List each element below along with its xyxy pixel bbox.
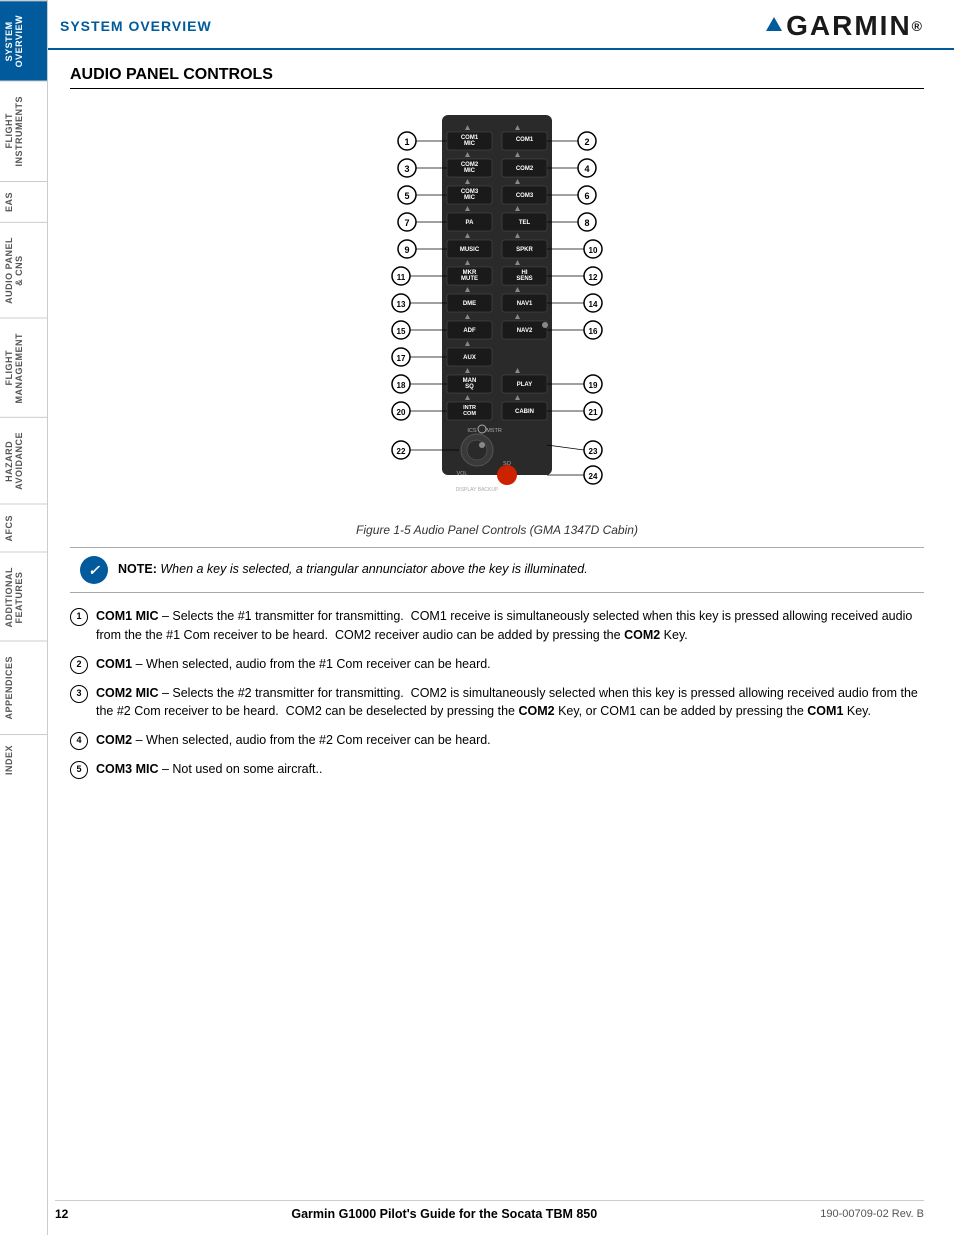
- svg-text:COM3: COM3: [516, 193, 534, 199]
- svg-text:3: 3: [404, 164, 409, 174]
- desc-num-3: 3: [70, 685, 88, 703]
- header-title: SYSTEM OVERVIEW: [60, 18, 212, 34]
- sidebar-tab-flight-instruments[interactable]: FLIGHTINSTRUMENTS: [0, 81, 47, 181]
- footer-title: Garmin G1000 Pilot's Guide for the Socat…: [291, 1207, 597, 1221]
- audio-panel-diagram: COM1 MIC COM1 COM2 MIC COM2 COM3 MIC COM…: [287, 105, 707, 515]
- svg-text:AUX: AUX: [463, 355, 476, 361]
- desc-item-1: 1 COM1 MIC – Selects the #1 transmitter …: [70, 607, 924, 645]
- desc-item-4: 4 COM2 – When selected, audio from the #…: [70, 731, 924, 750]
- svg-text:12: 12: [589, 273, 598, 282]
- sidebar-tab-audio-panel[interactable]: AUDIO PANEL& CNS: [0, 222, 47, 318]
- svg-text:NAV1: NAV1: [517, 301, 533, 307]
- svg-text:TEL: TEL: [519, 220, 531, 226]
- svg-text:CABIN: CABIN: [515, 409, 534, 415]
- svg-text:5: 5: [404, 191, 409, 201]
- note-icon: ✓: [80, 556, 108, 584]
- sidebar-tab-afcs[interactable]: AFCS: [0, 504, 47, 552]
- svg-text:MIC: MIC: [464, 168, 476, 174]
- sidebar-tab-additional[interactable]: ADDITIONALFEATURES: [0, 552, 47, 642]
- svg-text:20: 20: [397, 408, 406, 417]
- svg-text:14: 14: [589, 300, 598, 309]
- footer-doc: 190-00709-02 Rev. B: [820, 1208, 924, 1220]
- svg-text:DISPLAY BACKUP: DISPLAY BACKUP: [456, 487, 499, 493]
- main-content: AUDIO PANEL CONTROLS COM1 MIC COM1 COM2 …: [50, 50, 954, 809]
- svg-text:COM: COM: [463, 411, 476, 417]
- desc-text-5: COM3 MIC – Not used on some aircraft..: [96, 760, 924, 779]
- desc-num-5: 5: [70, 761, 88, 779]
- svg-text:13: 13: [397, 300, 406, 309]
- note-body: When a key is selected, a triangular ann…: [157, 562, 588, 576]
- garmin-triangle-icon: [766, 17, 782, 31]
- svg-text:15: 15: [397, 327, 406, 336]
- svg-text:MUSIC: MUSIC: [460, 247, 480, 253]
- note-prefix: NOTE:: [118, 562, 157, 576]
- svg-text:NAV2: NAV2: [517, 328, 533, 334]
- svg-text:10: 10: [589, 246, 598, 255]
- svg-text:21: 21: [589, 408, 598, 417]
- svg-text:23: 23: [589, 447, 598, 456]
- svg-text:MIC: MIC: [464, 195, 476, 201]
- sidebar-tab-appendices[interactable]: APPENDICES: [0, 641, 47, 734]
- note-box: ✓ NOTE: When a key is selected, a triang…: [70, 547, 924, 593]
- desc-text-3: COM2 MIC – Selects the #2 transmitter fo…: [96, 684, 924, 722]
- page-header: SYSTEM OVERVIEW GARMIN®: [0, 0, 954, 50]
- figure-container: COM1 MIC COM1 COM2 MIC COM2 COM3 MIC COM…: [70, 105, 924, 537]
- desc-item-5: 5 COM3 MIC – Not used on some aircraft..: [70, 760, 924, 779]
- svg-text:1: 1: [404, 137, 409, 147]
- svg-text:24: 24: [589, 472, 598, 481]
- svg-text:ICS: ICS: [467, 428, 477, 434]
- garmin-reg: ®: [912, 18, 924, 34]
- svg-text:PA: PA: [466, 220, 475, 226]
- svg-text:7: 7: [404, 218, 409, 228]
- figure-caption: Figure 1-5 Audio Panel Controls (GMA 134…: [356, 523, 638, 537]
- sidebar-tab-flight-management[interactable]: FLIGHTMANAGEMENT: [0, 318, 47, 418]
- note-text: NOTE: When a key is selected, a triangul…: [118, 561, 588, 579]
- svg-text:16: 16: [589, 327, 598, 336]
- sidebar-tab-hazard[interactable]: HAZARDAVOIDANCE: [0, 417, 47, 504]
- svg-text:4: 4: [584, 164, 589, 174]
- svg-text:MUTE: MUTE: [461, 276, 478, 282]
- garmin-logo: GARMIN®: [766, 10, 924, 42]
- svg-text:DME: DME: [463, 301, 476, 307]
- svg-text:8: 8: [584, 218, 589, 228]
- desc-num-2: 2: [70, 656, 88, 674]
- svg-text:MSTR: MSTR: [486, 428, 502, 434]
- page-footer: 12 Garmin G1000 Pilot's Guide for the So…: [55, 1200, 924, 1221]
- desc-text-4: COM2 – When selected, audio from the #2 …: [96, 731, 924, 750]
- svg-text:6: 6: [584, 191, 589, 201]
- svg-text:SENS: SENS: [516, 276, 532, 282]
- svg-text:11: 11: [397, 273, 406, 282]
- svg-text:MIC: MIC: [464, 141, 476, 147]
- left-sidebar: SYSTEMOVERVIEW FLIGHTINSTRUMENTS EAS AUD…: [0, 0, 48, 1235]
- svg-text:SPKR: SPKR: [516, 247, 533, 253]
- desc-num-1: 1: [70, 608, 88, 626]
- desc-text-2: COM1 – When selected, audio from the #1 …: [96, 655, 924, 674]
- svg-text:9: 9: [404, 245, 409, 255]
- svg-text:PLAY: PLAY: [517, 382, 532, 388]
- section-heading: AUDIO PANEL CONTROLS: [70, 66, 924, 89]
- svg-text:22: 22: [397, 447, 406, 456]
- garmin-logo-text: GARMIN: [786, 10, 912, 42]
- svg-text:COM1: COM1: [516, 137, 534, 143]
- svg-text:VOL: VOL: [456, 471, 467, 477]
- desc-text-1: COM1 MIC – Selects the #1 transmitter fo…: [96, 607, 924, 645]
- descriptions-list: 1 COM1 MIC – Selects the #1 transmitter …: [70, 607, 924, 779]
- svg-text:18: 18: [397, 381, 406, 390]
- desc-item-2: 2 COM1 – When selected, audio from the #…: [70, 655, 924, 674]
- svg-text:SQ: SQ: [465, 384, 474, 390]
- svg-text:COM2: COM2: [516, 166, 534, 172]
- desc-item-3: 3 COM2 MIC – Selects the #2 transmitter …: [70, 684, 924, 722]
- desc-num-4: 4: [70, 732, 88, 750]
- sidebar-tab-system-overview[interactable]: SYSTEMOVERVIEW: [0, 0, 47, 81]
- svg-text:17: 17: [397, 354, 406, 363]
- svg-text:ADF: ADF: [463, 328, 476, 334]
- svg-text:19: 19: [589, 381, 598, 390]
- footer-page-number: 12: [55, 1207, 68, 1221]
- sidebar-tab-eas[interactable]: EAS: [0, 181, 47, 222]
- svg-text:2: 2: [584, 137, 589, 147]
- sidebar-tab-index[interactable]: INDEX: [0, 734, 47, 785]
